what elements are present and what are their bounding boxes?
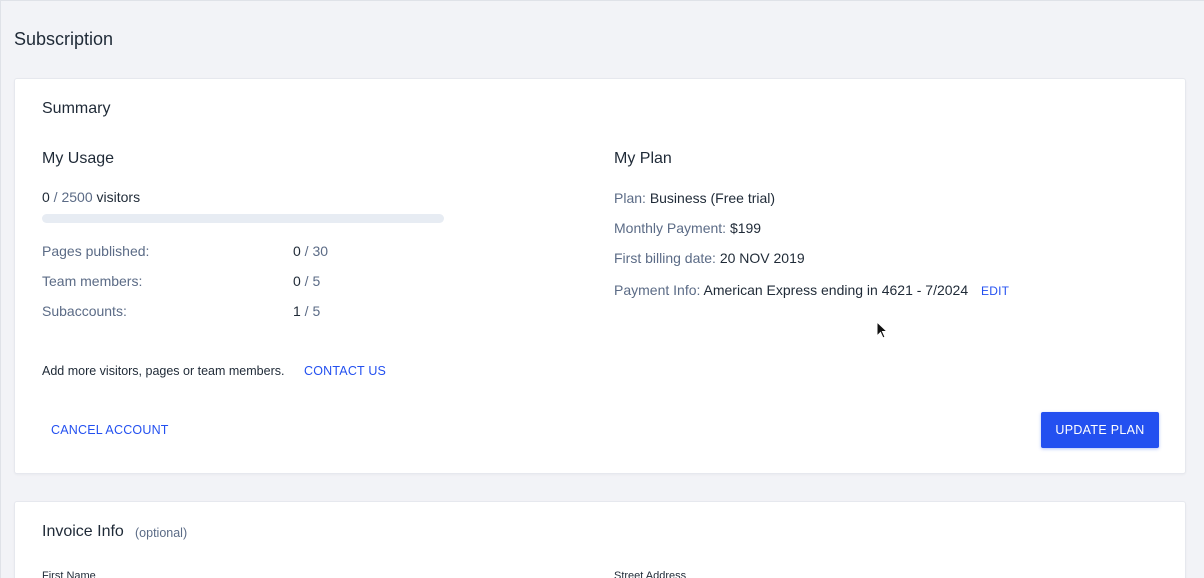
mouse-pointer-icon (876, 321, 888, 339)
stat-total: / 30 (300, 243, 329, 259)
subscription-page: Subscription Summary My Usage 0 / 2500 v… (0, 0, 1204, 578)
my-plan-title: My Plan (614, 150, 672, 167)
plan-value: American Express ending in 4621 - 7/2024 (703, 282, 969, 298)
stat-label: Subaccounts: (42, 303, 127, 319)
stat-total: / 5 (300, 303, 321, 319)
stat-value: 0 / 30 (293, 243, 328, 259)
plan-value: Business (Free trial) (649, 190, 776, 206)
plan-row-payment-info: Payment Info: American Express ending in… (614, 282, 1009, 298)
plan-label: First billing date: (614, 250, 716, 266)
plan-label: Plan: (614, 190, 646, 206)
visitors-used: 0 (42, 189, 50, 205)
visitors-limit: 2500 (61, 189, 93, 205)
stat-value: 1 / 5 (293, 303, 320, 319)
cancel-account-link[interactable]: CANCEL ACCOUNT (51, 423, 169, 437)
contact-us-link[interactable]: CONTACT US (304, 364, 386, 378)
add-more-text: Add more visitors, pages or team members… (42, 364, 285, 378)
stat-used: 0 (293, 273, 301, 289)
visitors-usage: 0 / 2500 visitors (42, 189, 140, 205)
stat-used: 1 (293, 303, 301, 319)
update-plan-button[interactable]: UPDATE PLAN (1041, 412, 1159, 448)
stat-subaccounts: Subaccounts: 1 / 5 (42, 303, 444, 323)
stat-value: 0 / 5 (293, 273, 320, 289)
stat-total: / 5 (300, 273, 321, 289)
summary-card: Summary My Usage 0 / 2500 visitors Pages… (14, 78, 1186, 474)
plan-label: Payment Info: (614, 282, 701, 298)
visitors-progress-bar (42, 214, 444, 223)
summary-title: Summary (42, 100, 111, 117)
edit-payment-link[interactable]: EDIT (981, 284, 1009, 298)
plan-row-plan: Plan: Business (Free trial) (614, 190, 775, 206)
plan-value: $199 (729, 220, 762, 236)
invoice-title: Invoice Info (42, 523, 124, 540)
plan-row-monthly-payment: Monthly Payment: $199 (614, 220, 761, 236)
plan-label: Monthly Payment: (614, 220, 727, 236)
stat-used: 0 (293, 243, 301, 259)
street-address-label: Street Address (614, 570, 687, 578)
stat-label: Team members: (42, 273, 143, 289)
visitors-suffix: visitors (92, 189, 141, 205)
visitors-separator: / (49, 189, 62, 205)
invoice-optional-label: (optional) (135, 526, 188, 540)
my-usage-title: My Usage (42, 150, 115, 167)
stat-team-members: Team members: 0 / 5 (42, 273, 444, 293)
stat-label: Pages published: (42, 243, 150, 259)
invoice-card: Invoice Info (optional) First Name Stree… (14, 501, 1186, 578)
page-title: Subscription (14, 29, 114, 49)
plan-value: 20 NOV 2019 (719, 250, 805, 266)
first-name-label: First Name (42, 570, 96, 578)
plan-row-first-billing-date: First billing date: 20 NOV 2019 (614, 250, 805, 266)
stat-pages-published: Pages published: 0 / 30 (42, 243, 444, 263)
